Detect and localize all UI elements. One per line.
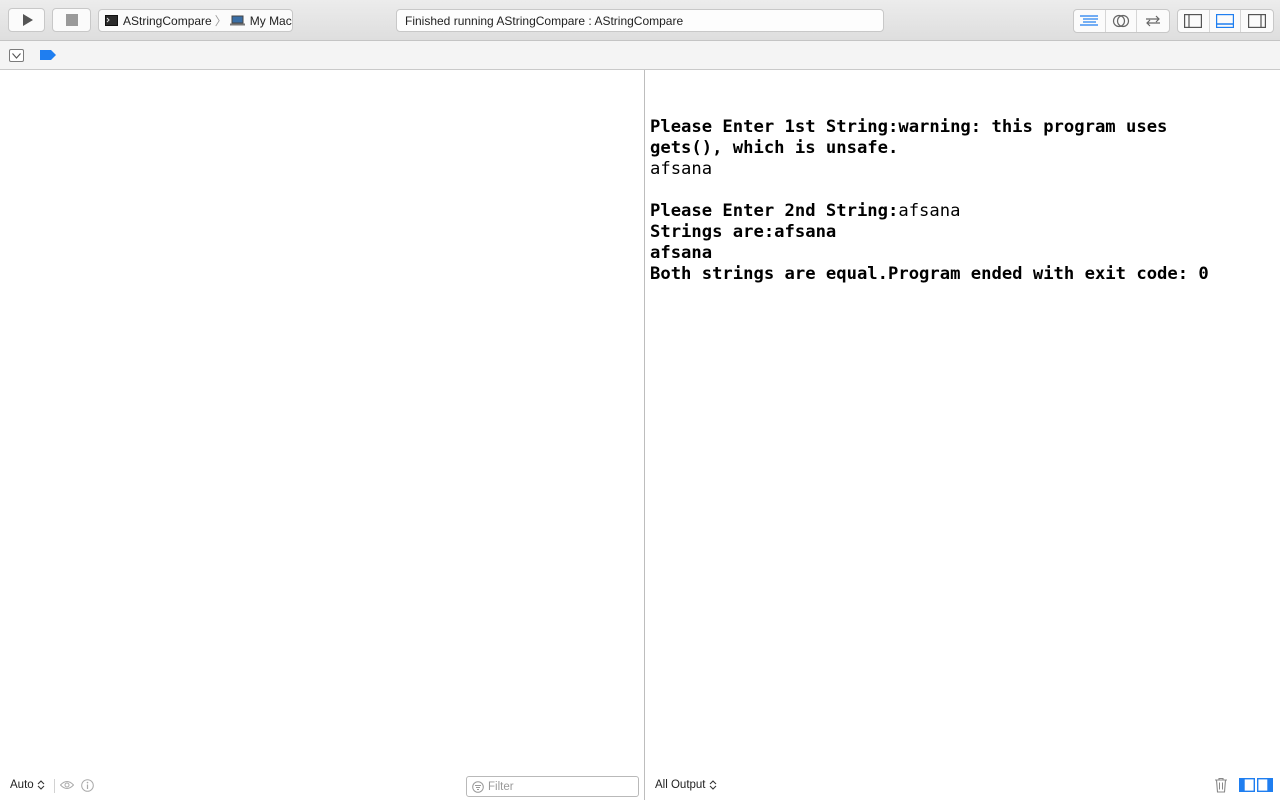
variables-bottom-bar: Auto Filter [0,770,644,800]
view-toggle-segmented-control [1177,9,1274,33]
console-line: afsana [650,159,1275,180]
assistant-editor-button[interactable] [1106,10,1138,32]
scheme-destination-label: My Mac [249,13,292,28]
hide-debug-area-button[interactable] [9,49,24,62]
console-text-segment: afsana [650,159,713,179]
filter-placeholder: Filter [488,780,514,793]
console-line: Both strings are equal.Program ended wit… [650,264,1275,285]
navigator-toggle-button[interactable] [1178,10,1210,32]
activity-status: Finished running AStringCompare : AStrin… [396,9,884,32]
run-button[interactable] [8,8,45,32]
console-line: Please Enter 2nd String:afsana [650,201,1275,222]
version-editor-icon [1146,15,1161,27]
assistant-editor-icon [1112,14,1130,28]
console-line: gets(), which is unsafe. [650,138,1275,159]
console-bottom-bar: All Output [645,770,1280,800]
terminal-target-icon [105,15,118,26]
scheme-selector[interactable]: AStringCompare 〉 My Mac [98,9,293,32]
console-text-segment: Please Enter 1st String:warning: this pr… [650,117,1168,137]
console-text-segment: afsana [898,201,961,221]
show-variables-view-icon[interactable] [1239,778,1255,792]
debug-area-toggle-button[interactable] [1210,10,1242,32]
editor-mode-segmented-control [1073,9,1170,33]
status-text: Finished running AStringCompare : AStrin… [405,13,684,28]
info-icon[interactable] [81,779,94,792]
breakpoints-icon[interactable] [40,50,56,60]
debug-area-icon [1216,14,1234,28]
filter-icon [472,780,484,793]
navigator-panel-icon [1184,14,1203,28]
console-line: Please Enter 1st String:warning: this pr… [650,117,1275,138]
updown-chevron-icon [709,780,716,790]
eye-icon[interactable] [60,779,74,791]
scheme-target-label: AStringCompare [123,13,212,28]
trash-icon[interactable] [1214,777,1228,793]
standard-editor-icon [1080,15,1099,26]
scheme-chevron-separator: 〉 [214,14,227,28]
output-filter-popup[interactable]: All Output [655,779,717,791]
variables-scope-label: Auto [10,779,34,791]
toolbar: AStringCompare 〉 My Mac Finished running… [0,0,1280,41]
console-text-segment: Please Enter 2nd String: [650,201,899,221]
hide-debug-area-icon [12,52,21,59]
console-text-segment: Strings are:afsana [650,222,837,242]
console-line: Strings are:afsana [650,222,1275,243]
updown-chevron-icon [37,780,45,790]
console-line: afsana [650,243,1275,264]
version-editor-button[interactable] [1137,10,1169,32]
bottom-bar-separator [54,779,55,793]
variables-view [0,70,644,770]
stop-button[interactable] [52,8,91,32]
debug-bar [0,41,1280,70]
pane-split-toggles [1239,778,1273,792]
utilities-toggle-button[interactable] [1241,10,1273,32]
pane-divider[interactable] [644,70,645,800]
console-text-segment: gets(), which is unsafe. [650,138,899,158]
show-console-view-icon[interactable] [1257,778,1273,792]
stop-icon [65,14,78,26]
console-text-segment: Both strings are equal.Program ended wit… [650,264,1209,284]
utilities-panel-icon [1248,14,1267,28]
output-filter-label: All Output [655,779,706,791]
variables-scope-popup[interactable]: Auto [10,779,45,791]
variables-filter-field[interactable]: Filter [466,776,639,797]
console-text-segment: afsana [650,243,713,263]
laptop-icon [229,15,245,26]
play-icon [22,14,33,26]
console-output[interactable]: Please Enter 1st String:warning: this pr… [650,96,1275,756]
standard-editor-button[interactable] [1074,10,1106,32]
